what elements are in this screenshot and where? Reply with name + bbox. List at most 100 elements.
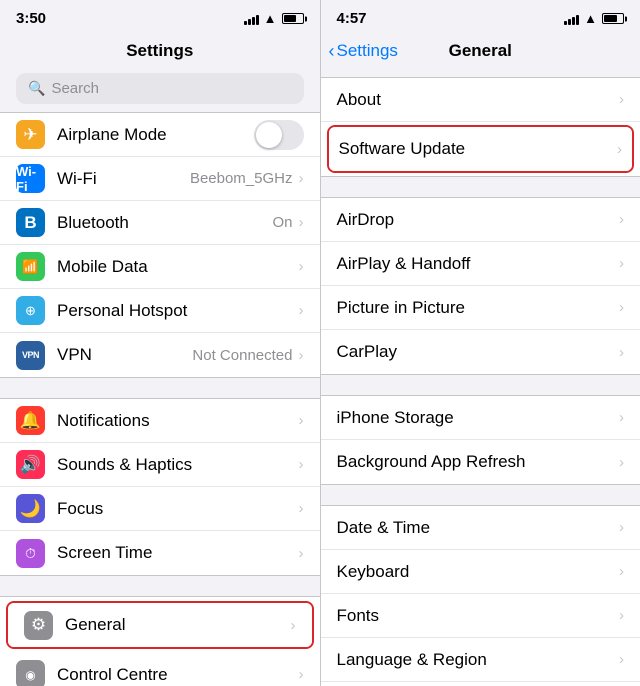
airplay-row[interactable]: AirPlay & Handoff › [321,242,640,286]
hotspot-icon: ⊕ [16,296,45,325]
right-page-header: ‹ Settings General [321,33,640,69]
background-refresh-chevron: › [619,454,624,471]
software-update-chevron: › [617,141,622,158]
vpn-row[interactable]: VPN VPN Not Connected › [0,333,320,377]
keyboard-row[interactable]: Keyboard › [321,550,640,594]
about-row[interactable]: About › [321,78,640,122]
background-refresh-row[interactable]: Background App Refresh › [321,440,640,484]
screentime-label: Screen Time [57,543,299,563]
battery-icon [282,13,304,24]
vpn-label: VPN [57,345,192,365]
software-update-row[interactable]: Software Update › [329,127,633,171]
screentime-chevron: › [299,545,304,562]
screentime-row[interactable]: ⏱ Screen Time › [0,531,320,575]
left-scroll[interactable]: ✈ Airplane Mode Wi-Fi Wi-Fi Beebom_5GHz … [0,112,320,686]
iphone-storage-row[interactable]: iPhone Storage › [321,396,640,440]
bluetooth-chevron: › [299,214,304,231]
right-panel: 4:57 ▲ ‹ Settings General About [321,0,640,686]
keyboard-chevron: › [619,563,624,580]
mobile-chevron: › [299,258,304,275]
sounds-icon: 🔊 [16,450,45,479]
language-label: Language & Region [337,650,620,670]
airplane-row[interactable]: ✈ Airplane Mode [0,113,320,157]
right-signal-icon [564,13,579,25]
airplay-chevron: › [619,255,624,272]
hotspot-row[interactable]: ⊕ Personal Hotspot › [0,289,320,333]
datetime-row[interactable]: Date & Time › [321,506,640,550]
dictionary-row[interactable]: Dictionary › [321,682,640,686]
iphone-storage-chevron: › [619,409,624,426]
left-page-header: Settings [0,33,320,69]
notifications-row[interactable]: 🔔 Notifications › [0,399,320,443]
general-row[interactable]: ⚙ General › [8,603,312,647]
fonts-row[interactable]: Fonts › [321,594,640,638]
wifi-row[interactable]: Wi-Fi Wi-Fi Beebom_5GHz › [0,157,320,201]
right-battery-icon [602,13,624,24]
search-bar[interactable]: 🔍 Search [16,73,304,104]
bluetooth-row[interactable]: B Bluetooth On › [0,201,320,245]
hotspot-chevron: › [299,302,304,319]
wifi-label: Wi-Fi [57,169,190,189]
background-refresh-label: Background App Refresh [337,452,620,472]
storage-group: iPhone Storage › Background App Refresh … [321,395,640,485]
wifi-chevron: › [299,170,304,187]
carplay-row[interactable]: CarPlay › [321,330,640,374]
mobile-icon: 📶 [16,252,45,281]
bluetooth-icon: B [16,208,45,237]
focus-label: Focus [57,499,299,519]
general-group: ⚙ General › ◉ Control Centre › ☀ Display… [0,596,320,686]
pip-row[interactable]: Picture in Picture › [321,286,640,330]
control-row[interactable]: ◉ Control Centre › [0,653,320,686]
datetime-chevron: › [619,519,624,536]
notifications-group: 🔔 Notifications › 🔊 Sounds & Haptics › 🌙… [0,398,320,576]
sounds-row[interactable]: 🔊 Sounds & Haptics › [0,443,320,487]
right-time: 4:57 [337,10,367,27]
fonts-label: Fonts [337,606,620,626]
signal-icon [244,13,259,25]
bluetooth-value: On [272,214,292,231]
mobile-label: Mobile Data [57,257,299,277]
datetime-group: Date & Time › Keyboard › Fonts › Languag… [321,505,640,686]
notifications-chevron: › [299,412,304,429]
right-status-icons: ▲ [564,11,624,26]
back-button[interactable]: ‹ Settings [329,41,398,62]
focus-row[interactable]: 🌙 Focus › [0,487,320,531]
left-status-bar: 3:50 ▲ [0,0,320,33]
language-chevron: › [619,651,624,668]
search-icon: 🔍 [28,80,45,97]
wifi-row-icon: Wi-Fi [16,164,45,193]
language-row[interactable]: Language & Region › [321,638,640,682]
airplane-icon: ✈ [16,120,45,149]
general-label: General [65,615,291,635]
control-chevron: › [299,666,304,683]
left-status-icons: ▲ [244,11,304,26]
airplane-toggle[interactable] [254,120,304,150]
bluetooth-label: Bluetooth [57,213,272,233]
software-update-wrapper: Software Update › [321,125,640,173]
carplay-label: CarPlay [337,342,620,362]
datetime-label: Date & Time [337,518,620,538]
hotspot-label: Personal Hotspot [57,301,299,321]
control-icon: ◉ [16,660,45,686]
airdrop-label: AirDrop [337,210,620,230]
vpn-value: Not Connected [192,347,292,364]
vpn-chevron: › [299,347,304,364]
left-time: 3:50 [16,10,46,27]
about-chevron: › [619,91,624,108]
screentime-icon: ⏱ [16,539,45,568]
focus-chevron: › [299,500,304,517]
airdrop-row[interactable]: AirDrop › [321,198,640,242]
mobile-row[interactable]: 📶 Mobile Data › [0,245,320,289]
sounds-chevron: › [299,456,304,473]
focus-icon: 🌙 [16,494,45,523]
sounds-label: Sounds & Haptics [57,455,299,475]
software-update-label: Software Update [339,139,618,159]
about-group: About › Software Update › [321,77,640,177]
airdrop-group: AirDrop › AirPlay & Handoff › Picture in… [321,197,640,375]
fonts-chevron: › [619,607,624,624]
iphone-storage-label: iPhone Storage [337,408,620,428]
right-scroll[interactable]: About › Software Update › AirDrop › Air [321,69,640,686]
notifications-label: Notifications [57,411,299,431]
keyboard-label: Keyboard [337,562,620,582]
airdrop-chevron: › [619,211,624,228]
